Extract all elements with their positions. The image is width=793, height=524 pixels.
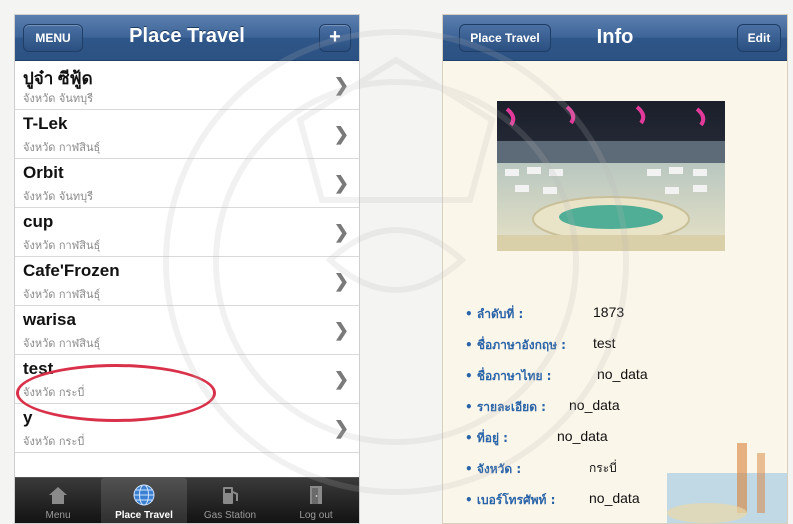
tab-label: Place Travel (115, 510, 173, 521)
edit-button[interactable]: Edit (737, 24, 781, 52)
detail-row: • รายละเอียด : no_data (465, 397, 785, 429)
list-item[interactable]: warisa จังหวัด กาฬสินธุ์ ❯ (15, 306, 359, 355)
chevron-right-icon: ❯ (333, 320, 349, 340)
chevron-right-icon: ❯ (333, 418, 349, 438)
list-item[interactable]: ปูจ๋า ซีฟู้ด จังหวัด จันทบุรี ❯ (15, 61, 359, 110)
detail-row: • ชื่อภาษาอังกฤษ : test (465, 335, 785, 367)
detail-row: • ชื่อภาษาไทย : no_data (465, 366, 785, 398)
detail-row: • ลำดับที่ : 1873 (465, 304, 785, 336)
tab-menu[interactable]: Menu (15, 478, 101, 523)
place-list-screen: MENU Place Travel + ปูจ๋า ซีฟู้ด จังหวัด… (14, 14, 360, 524)
background-decoration (667, 443, 787, 523)
detail-value: no_data (569, 397, 620, 413)
highlight-circle (16, 364, 216, 422)
place-info-screen: Place Travel Info Edit • ลำดับที่: 1873… (442, 14, 788, 524)
item-title: y (23, 408, 33, 427)
item-province: จังหวัด กระบี่ (23, 435, 85, 448)
detail-value: no_data (597, 366, 648, 382)
detail-label: • ที่อยู่ : (465, 431, 508, 445)
detail-value: test (593, 335, 616, 351)
tab-label: Gas Station (203, 510, 257, 521)
item-title: cup (23, 212, 54, 231)
detail-value: 1873 (593, 304, 625, 320)
detail-value: กระบี่ (589, 461, 617, 475)
item-province: จังหวัด กาฬสินธุ์ (23, 239, 101, 252)
add-place-button[interactable]: + (319, 24, 351, 52)
fuel-icon (223, 487, 238, 504)
item-province: จังหวัด กาฬสินธุ์ (23, 141, 101, 154)
chevron-right-icon: ❯ (333, 124, 349, 144)
detail-label: • ชื่อภาษาอังกฤษ : (465, 338, 566, 352)
item-province: จังหวัด จันทบุรี (23, 190, 93, 203)
globe-icon (133, 484, 155, 506)
place-photo (497, 101, 725, 251)
item-title: ปูจ๋า ซีฟู้ด (23, 69, 93, 88)
tab-label: Log out (299, 510, 333, 521)
detail-label: • ลำดับที่ : (465, 307, 524, 321)
item-title: T-Lek (23, 114, 68, 133)
page-title: Place Travel (129, 25, 245, 47)
item-province: จังหวัด กาฬสินธุ์ (23, 288, 101, 301)
list-item[interactable]: cup จังหวัด กาฬสินธุ์ ❯ (15, 208, 359, 257)
tab-log-out[interactable]: Log out (273, 478, 359, 523)
list-item[interactable]: Cafe'Frozen จังหวัด กาฬสินธุ์ ❯ (15, 257, 359, 306)
detail-value: no_data (557, 428, 608, 444)
chevron-right-icon: ❯ (333, 75, 349, 95)
item-title: warisa (23, 310, 76, 329)
tab-gas-station[interactable]: Gas Station (187, 478, 273, 523)
item-province: จังหวัด จันทบุรี (23, 92, 93, 105)
list-item[interactable]: Orbit จังหวัด จันทบุรี ❯ (15, 159, 359, 208)
navbar: MENU Place Travel + (15, 15, 359, 61)
chevron-right-icon: ❯ (333, 369, 349, 389)
detail-label: • จังหวัด : (465, 462, 522, 476)
logout-icon (310, 486, 322, 504)
item-title: Cafe'Frozen (23, 261, 120, 280)
page-title: Info (596, 26, 634, 48)
chevron-right-icon: ❯ (333, 271, 349, 291)
detail-value: no_data (589, 490, 640, 506)
item-province: จังหวัด กาฬสินธุ์ (23, 337, 101, 350)
navbar: Place Travel Info Edit (443, 15, 787, 61)
home-icon (49, 487, 67, 504)
detail-label: • เบอร์โทรศัพท์ : (465, 493, 556, 507)
tab-bar: Menu Place Travel Gas Station Log out (15, 477, 359, 523)
list-item[interactable]: T-Lek จังหวัด กาฬสินธุ์ ❯ (15, 110, 359, 159)
item-title: Orbit (23, 163, 64, 182)
chevron-right-icon: ❯ (333, 222, 349, 242)
chevron-right-icon: ❯ (333, 173, 349, 193)
tab-label: Menu (45, 510, 71, 521)
detail-label: • ชื่อภาษาไทย : (465, 369, 552, 383)
detail-label: • รายละเอียด : (465, 400, 546, 414)
tab-place-travel[interactable]: Place Travel (101, 478, 187, 523)
